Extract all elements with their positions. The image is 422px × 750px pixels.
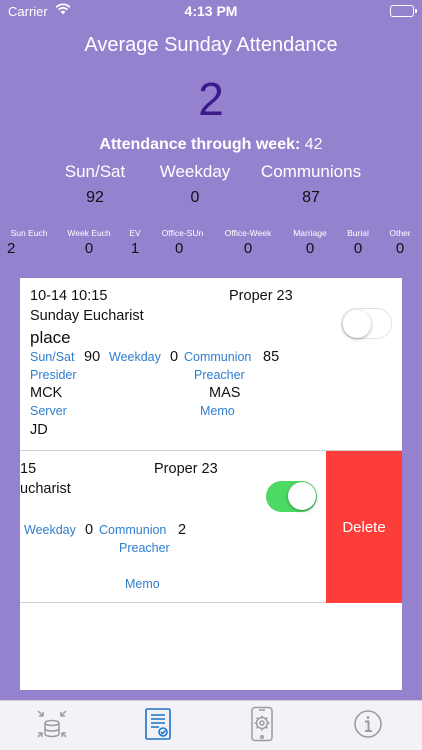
- summary-value-weekday: 0: [190, 189, 200, 206]
- category-marriage: Marriage 0: [288, 228, 332, 257]
- communion-value: 85: [263, 349, 280, 365]
- average-attendance-value: 2: [198, 73, 224, 125]
- preacher-value: MAS: [209, 385, 241, 401]
- category-office-sun: Office-SUn 0: [155, 228, 210, 257]
- service-toggle[interactable]: [341, 308, 392, 339]
- service-proper: Proper 23: [154, 461, 218, 477]
- category-value: 2: [7, 240, 16, 257]
- category-value: 0: [305, 240, 315, 257]
- category-value: 0: [84, 240, 94, 257]
- database-sync-icon: [37, 710, 67, 738]
- category-other: Other 0: [384, 228, 416, 257]
- week-attendance-label: Attendance through week:: [99, 136, 301, 153]
- page-title: Average Sunday Attendance: [84, 34, 338, 56]
- summary-label-sunsat: Sun/Sat: [64, 162, 126, 181]
- category-office-week: Office-Week 0: [219, 228, 277, 257]
- service-proper: Proper 23: [229, 288, 293, 304]
- category-value: 0: [243, 240, 253, 257]
- category-value: 0: [353, 240, 363, 257]
- service-type: ucharist: [20, 481, 71, 497]
- weekday-value: 0: [170, 349, 179, 365]
- weekday-label: Weekday: [24, 523, 76, 537]
- category-week-euch: Week Euch 0: [62, 228, 116, 257]
- preacher-label[interactable]: Preacher: [194, 368, 245, 382]
- summary-label-communions: Communions: [260, 162, 362, 181]
- preacher-label[interactable]: Preacher: [119, 541, 170, 555]
- sunsat-value: 90: [84, 349, 101, 365]
- tab-services[interactable]: [138, 704, 178, 744]
- category-label: Week Euch: [67, 228, 111, 238]
- presider-label[interactable]: Presider: [30, 368, 77, 382]
- category-label: Other: [389, 228, 411, 238]
- summary-value-sunsat: 92: [86, 189, 104, 206]
- category-ev: EV 1: [124, 228, 146, 257]
- battery-icon: [390, 5, 417, 17]
- category-burial: Burial 0: [342, 228, 374, 257]
- status-bar: Carrier 4:13 PM: [0, 0, 422, 22]
- category-label: Office-Week: [224, 228, 272, 238]
- tab-settings[interactable]: [242, 704, 282, 744]
- memo-label[interactable]: Memo: [200, 404, 235, 418]
- memo-label[interactable]: Memo: [125, 577, 160, 591]
- service-datetime: 10-14 10:15: [30, 288, 108, 304]
- info-icon: [354, 710, 382, 738]
- service-type: Sunday Eucharist: [30, 308, 144, 324]
- category-label: Sun Euch: [10, 228, 48, 238]
- service-place: place: [30, 328, 71, 347]
- service-toggle[interactable]: [266, 481, 317, 512]
- category-label: Marriage: [293, 228, 327, 238]
- communion-label: Communion: [184, 350, 252, 364]
- service-datetime: 15: [20, 461, 37, 477]
- presider-value: MCK: [30, 385, 63, 401]
- week-attendance-row: Attendance through week: 42: [0, 136, 422, 154]
- summary-label-weekday: Weekday: [159, 162, 231, 181]
- category-sun-euch: Sun Euch 2: [5, 228, 53, 257]
- clock-time: 4:13 PM: [184, 3, 238, 19]
- checklist-document-icon: [145, 708, 171, 740]
- server-label[interactable]: Server: [30, 404, 67, 418]
- service-row[interactable]: 10-14 10:15 Proper 23 Sunday Eucharist p…: [20, 278, 402, 451]
- tab-bar: [0, 700, 422, 750]
- category-value: 0: [395, 240, 405, 257]
- category-label: Office-SUn: [161, 228, 204, 238]
- services-list[interactable]: 10-14 10:15 Proper 23 Sunday Eucharist p…: [20, 278, 402, 690]
- week-attendance-value: 42: [304, 136, 323, 153]
- weekday-value: 0: [85, 522, 94, 538]
- server-value: JD: [30, 422, 48, 438]
- phone-settings-icon: [251, 706, 273, 742]
- tab-sync[interactable]: [32, 704, 72, 744]
- communion-value: 2: [178, 522, 187, 538]
- summary-value-communions: 87: [302, 189, 320, 206]
- communion-label: Communion: [99, 523, 167, 537]
- sunsat-label: Sun/Sat: [30, 350, 75, 364]
- category-label: EV: [129, 228, 141, 238]
- tab-info[interactable]: [348, 704, 388, 744]
- category-value: 0: [175, 240, 184, 257]
- category-value: 1: [130, 240, 140, 257]
- delete-button[interactable]: Delete: [326, 451, 402, 603]
- weekday-label: Weekday: [109, 350, 161, 364]
- category-label: Burial: [347, 228, 369, 238]
- category-counts: Sun Euch 2 Week Euch 0 EV 1 Office-SUn 0…: [0, 228, 422, 258]
